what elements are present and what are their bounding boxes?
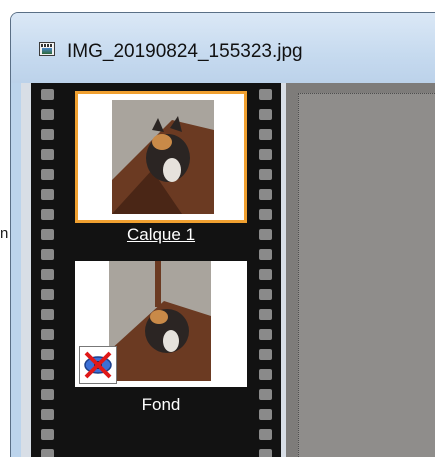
film-perforation [259, 389, 272, 400]
film-perforation [259, 109, 272, 120]
stray-text-fragment: n [0, 225, 9, 242]
film-perforation [41, 129, 54, 140]
film-perforation [259, 409, 272, 420]
image-file-icon [39, 42, 55, 56]
film-perforation [41, 269, 54, 280]
film-perforation [41, 89, 54, 100]
film-perforation [259, 269, 272, 280]
film-perforation [259, 149, 272, 160]
layer-thumbnail-fond[interactable] [75, 261, 247, 387]
film-perforation [259, 129, 272, 140]
film-perforation [41, 309, 54, 320]
image-canvas[interactable] [286, 83, 435, 457]
layer-thumbnail-calque-1[interactable] [75, 91, 247, 223]
film-perforation [41, 209, 54, 220]
film-perforation [259, 189, 272, 200]
film-perforation [259, 289, 272, 300]
title-bar[interactable]: IMG_20190824_155323.jpg [11, 13, 435, 83]
film-perforation [41, 329, 54, 340]
film-perforation [41, 429, 54, 440]
film-perforation [41, 449, 54, 457]
film-perforation [259, 349, 272, 360]
canvas-content [298, 93, 435, 457]
film-perforation [41, 189, 54, 200]
layers-filmstrip: Calque 1 Fond [31, 83, 281, 457]
layer-name-fond[interactable]: Fond [75, 395, 247, 415]
window-client-area: Calque 1 Fond [21, 83, 435, 457]
film-perforation [41, 109, 54, 120]
film-perforation [259, 309, 272, 320]
film-perforation [41, 149, 54, 160]
film-perforation [259, 369, 272, 380]
film-perforation [259, 229, 272, 240]
layer-name-calque-1[interactable]: Calque 1 [75, 225, 247, 245]
film-perforation [259, 209, 272, 220]
film-perforation [259, 249, 272, 260]
film-perforation [259, 329, 272, 340]
film-perforation [259, 169, 272, 180]
film-perforation [259, 89, 272, 100]
film-perforation [41, 349, 54, 360]
film-perforation [41, 289, 54, 300]
film-perforation [41, 249, 54, 260]
film-perforation [41, 369, 54, 380]
layer-preview-image [109, 261, 211, 381]
hidden-eye-icon[interactable] [79, 346, 117, 384]
film-perforation [41, 169, 54, 180]
image-window: IMG_20190824_155323.jpg Calque 1 Fond [10, 12, 435, 457]
film-perforation [259, 449, 272, 457]
window-title: IMG_20190824_155323.jpg [67, 41, 303, 62]
film-perforation [41, 389, 54, 400]
film-perforation [41, 229, 54, 240]
layer-preview-image [112, 100, 214, 214]
film-perforation [41, 409, 54, 420]
film-perforation [259, 429, 272, 440]
